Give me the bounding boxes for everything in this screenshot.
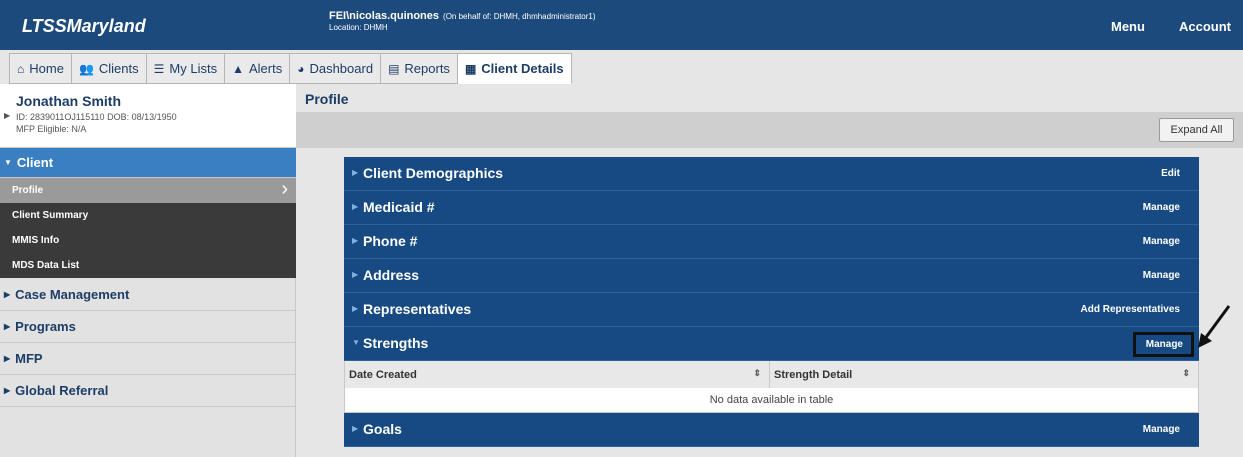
nav-bar: ⌂ Home 👥 Clients ☰ My Lists ▲ Alerts ◕ Dashbo… bbox=[0, 50, 1243, 84]
caret-down-icon: ▼ bbox=[352, 338, 360, 347]
account-link[interactable]: Account bbox=[1179, 19, 1231, 34]
panel-goals[interactable]: ▶ Goals Manage bbox=[344, 413, 1199, 447]
panel-strengths[interactable]: ▼ Strengths Manage bbox=[344, 327, 1199, 361]
top-header: LTSSMaryland FEI\nicolas.quinones (On beh… bbox=[0, 0, 1243, 50]
chevron-right-icon: › bbox=[281, 178, 288, 200]
reports-icon: ▤ bbox=[388, 61, 400, 76]
menu-link[interactable]: Menu bbox=[1111, 19, 1145, 34]
on-behalf-text: (On behalf of: DHMH, dhmhadministrator1) bbox=[443, 12, 596, 21]
page-title: Profile bbox=[305, 91, 349, 107]
tab-client-details[interactable]: ▦ Client Details bbox=[457, 53, 572, 84]
tab-reports[interactable]: ▤ Reports bbox=[381, 53, 458, 84]
sort-icon: ⇕ bbox=[753, 368, 761, 378]
panel-medicaid[interactable]: ▶ Medicaid # Manage bbox=[344, 191, 1199, 225]
expand-all-button[interactable]: Expand All bbox=[1159, 118, 1234, 142]
toolbar: Expand All bbox=[296, 112, 1243, 148]
sort-icon: ⇕ bbox=[1182, 368, 1190, 378]
caret-right-icon: ▶ bbox=[4, 386, 11, 395]
dashboard-icon: ◕ bbox=[297, 61, 305, 76]
column-strength-detail[interactable]: Strength Detail ⇕ bbox=[770, 361, 1198, 388]
caret-right-icon: ▶ bbox=[4, 354, 11, 363]
strengths-table-empty: No data available in table bbox=[344, 388, 1199, 413]
caret-right-icon: ▶ bbox=[352, 202, 359, 211]
manage-strengths-button[interactable]: Manage bbox=[1132, 332, 1194, 357]
manage-address-button[interactable]: Manage bbox=[1143, 270, 1180, 281]
panel-phone[interactable]: ▶ Phone # Manage bbox=[344, 225, 1199, 259]
caret-right-icon: ▶ bbox=[352, 236, 359, 245]
panel-representatives[interactable]: ▶ Representatives Add Representatives bbox=[344, 293, 1199, 327]
caret-right-icon: ▶ bbox=[352, 304, 359, 313]
column-date-created[interactable]: Date Created ⇕ bbox=[345, 361, 770, 388]
user-info: FEI\nicolas.quinones (On behalf of: DHMH,… bbox=[329, 10, 596, 32]
panel-client-demographics[interactable]: ▶ Client Demographics Edit bbox=[344, 157, 1199, 191]
brand-logo[interactable]: LTSSMaryland bbox=[22, 16, 146, 37]
mfp-eligible: MFP Eligible: N/A bbox=[16, 124, 87, 134]
edit-button[interactable]: Edit bbox=[1161, 168, 1180, 179]
sidebar-item-profile[interactable]: Profile › bbox=[0, 178, 296, 203]
caret-right-icon: ▶ bbox=[4, 322, 11, 331]
tab-alerts[interactable]: ▲ Alerts bbox=[225, 53, 291, 84]
tab-home[interactable]: ⌂ Home bbox=[9, 53, 72, 84]
add-representatives-button[interactable]: Add Representatives bbox=[1081, 304, 1180, 315]
caret-right-icon: ▶ bbox=[352, 424, 359, 433]
sidebar-item-mmis-info[interactable]: MMIS Info bbox=[0, 228, 296, 253]
sidebar-section-programs[interactable]: ▶ Programs bbox=[0, 311, 296, 343]
client-name: Jonathan Smith bbox=[16, 93, 122, 109]
list-icon: ☰ bbox=[153, 61, 165, 76]
client-card-icon: ▦ bbox=[464, 61, 477, 76]
caret-right-icon: ▶ bbox=[4, 290, 11, 299]
user-name: FEI\nicolas.quinones bbox=[329, 10, 440, 22]
caret-right-icon: ▶ bbox=[352, 168, 359, 177]
manage-medicaid-button[interactable]: Manage bbox=[1143, 202, 1180, 213]
manage-goals-button[interactable]: Manage bbox=[1143, 424, 1180, 435]
tab-dashboard[interactable]: ◕ Dashboard bbox=[290, 53, 382, 84]
sidebar-section-mfp[interactable]: ▶ MFP bbox=[0, 343, 296, 375]
caret-right-icon: ▶ bbox=[352, 270, 359, 279]
sidebar: ▶ Jonathan Smith ID: 2839011OJ115110 DOB… bbox=[0, 84, 296, 457]
strengths-table-header: Date Created ⇕ Strength Detail ⇕ bbox=[344, 361, 1199, 388]
manage-phone-button[interactable]: Manage bbox=[1143, 236, 1180, 247]
sidebar-section-global-referral[interactable]: ▶ Global Referral bbox=[0, 375, 296, 407]
sidebar-item-client-summary[interactable]: Client Summary bbox=[0, 203, 296, 228]
annotation-arrow-icon bbox=[1198, 305, 1231, 348]
profile-panels: ▶ Client Demographics Edit ▶ Medicaid # … bbox=[344, 157, 1199, 447]
tab-clients[interactable]: 👥 Clients bbox=[71, 53, 147, 84]
client-summary-header[interactable]: ▶ Jonathan Smith ID: 2839011OJ115110 DOB… bbox=[0, 84, 296, 148]
warning-icon: ▲ bbox=[232, 61, 244, 76]
client-ids: ID: 2839011OJ115110 DOB: 08/13/1950 MFP … bbox=[16, 112, 177, 134]
users-icon: 👥 bbox=[78, 61, 94, 76]
expand-arrow-icon[interactable]: ▶ bbox=[4, 111, 10, 120]
panel-address[interactable]: ▶ Address Manage bbox=[344, 259, 1199, 293]
sidebar-section-client[interactable]: ▼ Client bbox=[0, 148, 296, 178]
nav-tabs: ⌂ Home 👥 Clients ☰ My Lists ▲ Alerts ◕ Dashbo… bbox=[9, 53, 572, 84]
home-icon: ⌂ bbox=[17, 61, 25, 76]
main-title-bar: Profile bbox=[296, 84, 1243, 112]
sidebar-section-case-management[interactable]: ▶ Case Management bbox=[0, 279, 296, 311]
sidebar-item-mds-data-list[interactable]: MDS Data List bbox=[0, 253, 296, 278]
location-text: Location: DHMH bbox=[329, 23, 388, 32]
tab-my-lists[interactable]: ☰ My Lists bbox=[146, 53, 226, 84]
caret-down-icon: ▼ bbox=[4, 158, 12, 167]
